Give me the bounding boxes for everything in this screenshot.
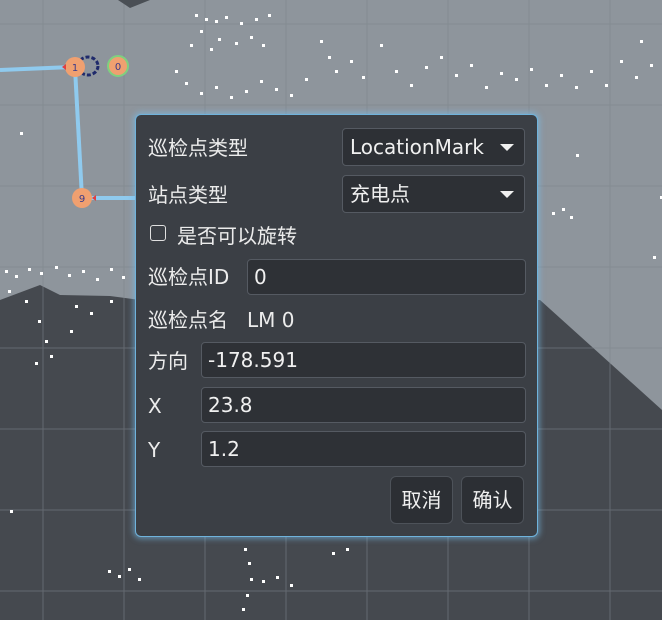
rotatable-label: 是否可以旋转 xyxy=(177,224,297,248)
map-node-0-label: 0 xyxy=(115,62,121,73)
x-field[interactable] xyxy=(201,387,526,423)
confirm-button[interactable]: 确认 xyxy=(461,476,524,524)
patrol-type-value: LocationMark xyxy=(350,135,484,159)
patrol-name-label: 巡检点名 xyxy=(148,308,228,332)
station-type-label: 站点类型 xyxy=(148,183,228,207)
station-type-select[interactable]: 充电点 xyxy=(342,175,525,213)
map-node-1-label: 1 xyxy=(72,63,78,74)
rotatable-checkbox[interactable] xyxy=(150,225,166,241)
direction-field[interactable] xyxy=(201,342,526,378)
cancel-button[interactable]: 取消 xyxy=(390,476,453,524)
x-label: X xyxy=(148,394,162,418)
chevron-down-icon xyxy=(500,144,514,151)
map-node-0[interactable]: 0 xyxy=(107,55,129,77)
y-field[interactable] xyxy=(201,431,526,467)
patrol-name-value: LM 0 xyxy=(247,308,295,332)
chevron-down-icon xyxy=(500,191,514,198)
map-node-9-label: 9 xyxy=(79,194,85,205)
patrol-id-label: 巡检点ID xyxy=(148,265,230,289)
station-type-value: 充电点 xyxy=(350,182,410,206)
y-label: Y xyxy=(148,438,161,462)
patrol-type-select[interactable]: LocationMark xyxy=(342,128,525,166)
patrol-point-dialog: 巡检点类型 LocationMark 站点类型 充电点 是否可以旋转 巡检点ID… xyxy=(135,114,538,537)
direction-label: 方向 xyxy=(148,349,188,373)
patrol-type-label: 巡检点类型 xyxy=(148,136,248,160)
patrol-id-field[interactable] xyxy=(247,259,526,295)
